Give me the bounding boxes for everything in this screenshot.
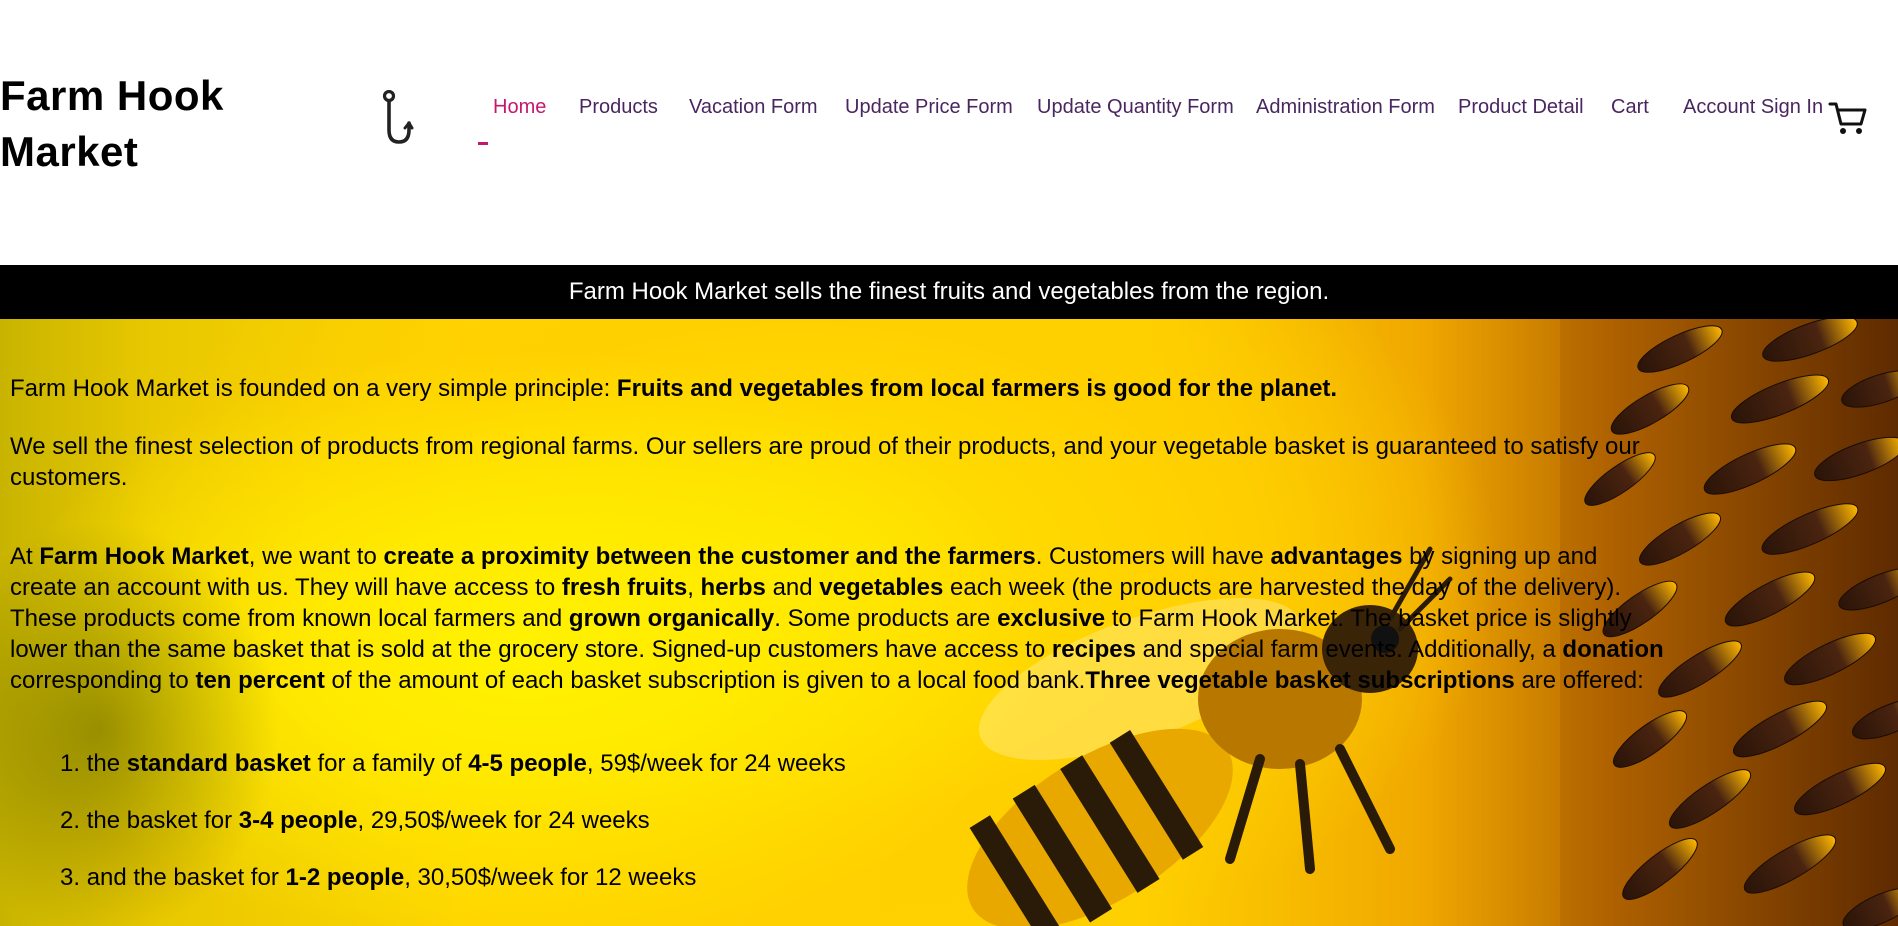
hook-icon[interactable]: [380, 90, 414, 146]
cart-icon[interactable]: [1828, 98, 1868, 138]
site-brand[interactable]: Farm Hook Market: [0, 68, 260, 180]
nav-products[interactable]: Products: [579, 94, 658, 120]
tagline-banner: Farm Hook Market sells the finest fruits…: [0, 265, 1898, 319]
active-nav-indicator: [478, 142, 488, 145]
intro-paragraph: Farm Hook Market is founded on a very si…: [10, 375, 1338, 402]
nav-administration-form[interactable]: Administration Form: [1256, 94, 1435, 120]
nav-vacation-form[interactable]: Vacation Form: [689, 94, 818, 120]
nav-update-price-form[interactable]: Update Price Form: [845, 94, 1013, 120]
list-item: 1. the standard basket for a family of 4…: [60, 750, 846, 777]
list-item: 3. and the basket for 1-2 people, 30,50$…: [60, 864, 697, 891]
nav-product-detail[interactable]: Product Detail: [1458, 94, 1584, 120]
site-header: Farm Hook Market Home Products Vacation …: [0, 0, 1898, 265]
tagline-text: Farm Hook Market sells the finest fruits…: [568, 278, 1330, 305]
mission-paragraph: At Farm Hook Market, we want to create a…: [10, 543, 1664, 694]
nav-account-sign-in[interactable]: Account Sign In: [1683, 94, 1823, 120]
hero-section: Farm Hook Market is founded on a very si…: [0, 319, 1898, 926]
selection-paragraph: We sell the finest selection of products…: [10, 433, 1640, 491]
nav-update-quantity-form[interactable]: Update Quantity Form: [1037, 94, 1234, 120]
nav-cart[interactable]: Cart: [1611, 94, 1649, 120]
list-item: 2. the basket for 3-4 people, 29,50$/wee…: [60, 807, 650, 834]
nav-home[interactable]: Home: [493, 94, 546, 120]
